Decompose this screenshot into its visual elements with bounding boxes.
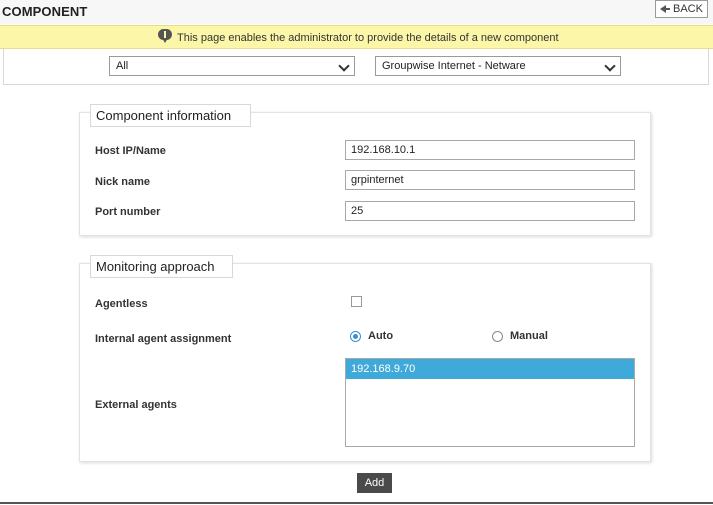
chevron-down-icon <box>338 60 350 72</box>
external-agents-label: External agents <box>95 399 177 411</box>
category-select-value: All <box>116 60 129 72</box>
monitoring-legend: Monitoring approach <box>90 255 233 278</box>
list-item[interactable]: 192.168.9.70 <box>346 359 634 379</box>
component-type-select[interactable]: Groupwise Internet - Netware <box>375 56 621 76</box>
component-type-select-value: Groupwise Internet - Netware <box>382 60 526 72</box>
page-header: COMPONENT BACK <box>0 0 713 24</box>
manual-radio-label[interactable]: Manual <box>510 330 548 342</box>
chevron-down-icon <box>604 60 616 72</box>
add-button[interactable]: Add <box>357 473 392 493</box>
agentless-checkbox[interactable] <box>351 296 362 307</box>
back-label: BACK <box>673 3 703 15</box>
nick-name-input[interactable] <box>345 170 635 190</box>
component-info-legend: Component information <box>90 104 251 127</box>
info-message: This page enables the administrator to p… <box>177 32 559 44</box>
host-label: Host IP/Name <box>95 145 166 157</box>
agentless-label: Agentless <box>95 298 148 310</box>
category-select[interactable]: All <box>109 56 355 76</box>
host-input[interactable] <box>345 140 635 160</box>
speech-bubble-icon <box>158 29 172 43</box>
internal-agent-label: Internal agent assignment <box>95 333 232 345</box>
external-agents-listbox[interactable]: 192.168.9.70 <box>345 358 635 447</box>
bottom-divider <box>0 502 713 504</box>
port-number-input[interactable] <box>345 201 635 221</box>
port-number-label: Port number <box>95 206 161 218</box>
info-banner: This page enables the administrator to p… <box>0 25 713 49</box>
back-arrow-tail <box>666 8 670 10</box>
nick-name-label: Nick name <box>95 176 151 188</box>
back-button[interactable]: BACK <box>655 0 708 18</box>
page-title: COMPONENT <box>2 4 88 19</box>
auto-radio-label[interactable]: Auto <box>368 330 393 342</box>
manual-radio[interactable] <box>492 331 503 342</box>
auto-radio[interactable] <box>350 331 361 342</box>
